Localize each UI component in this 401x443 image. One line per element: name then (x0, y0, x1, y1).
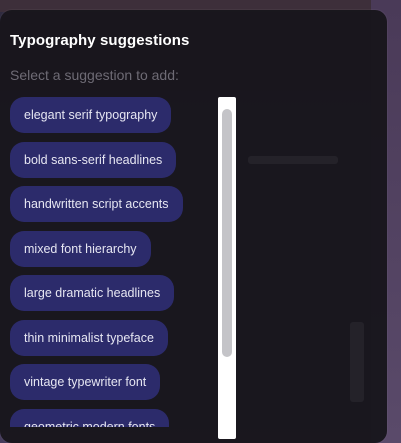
scrollbar-thumb[interactable] (222, 109, 232, 357)
typography-suggestions-panel: Typography suggestions Select a suggesti… (0, 10, 387, 443)
suggestion-chip[interactable]: handwritten script accents (10, 186, 183, 222)
panel-subtitle: Select a suggestion to add: (10, 67, 179, 83)
background-text-ghost (248, 156, 338, 164)
suggestion-chip[interactable]: mixed font hierarchy (10, 231, 151, 267)
suggestion-chip[interactable]: elegant serif typography (10, 97, 172, 133)
suggestion-chip[interactable]: bold sans-serif headlines (10, 142, 177, 178)
suggestion-chip[interactable]: thin minimalist typeface (10, 320, 168, 356)
suggestion-chip[interactable]: vintage typewriter font (10, 364, 161, 400)
suggestion-list[interactable]: elegant serif typography bold sans-serif… (10, 97, 220, 427)
suggestion-chip[interactable]: geometric modern fonts (10, 409, 170, 427)
panel-title: Typography suggestions (10, 32, 190, 49)
suggestion-list-scrollbar[interactable] (218, 97, 236, 439)
background-scroll-ghost (350, 322, 364, 402)
suggestion-chip[interactable]: large dramatic headlines (10, 275, 175, 311)
